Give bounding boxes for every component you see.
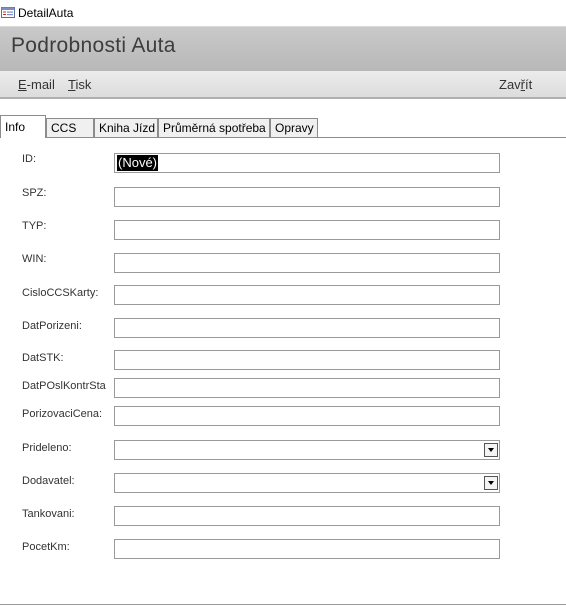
- win-field[interactable]: [114, 253, 500, 273]
- print-button[interactable]: Tisk: [68, 77, 91, 92]
- field-label-id: ID:: [22, 153, 37, 165]
- dat-porizeni-field[interactable]: [114, 318, 500, 338]
- email-label: -mail: [26, 77, 55, 92]
- field-label-dodavatel: Dodavatel:: [22, 475, 75, 487]
- field-label-spz: SPZ:: [22, 187, 47, 199]
- prideleno-combobox[interactable]: [114, 440, 500, 460]
- dat-posl-kontr-field[interactable]: [114, 378, 500, 398]
- email-mnemonic: E: [18, 77, 27, 92]
- chevron-down-icon[interactable]: [484, 443, 498, 457]
- tab-kniha-jizd[interactable]: Kniha Jízd: [94, 118, 158, 137]
- field-label-dat-stk: DatSTK:: [22, 352, 64, 364]
- pocet-km-field[interactable]: [114, 539, 500, 559]
- porizovaci-cena-field[interactable]: [114, 406, 500, 426]
- form-bottom-border: [0, 604, 566, 605]
- id-value: (Nové): [117, 155, 159, 171]
- chevron-down-icon[interactable]: [484, 476, 498, 490]
- tab-opravy[interactable]: Opravy: [270, 118, 318, 137]
- typ-field[interactable]: [114, 220, 500, 240]
- tab-ccs[interactable]: CCS: [46, 118, 94, 137]
- close-button[interactable]: Zavřít: [499, 77, 532, 92]
- window-title: DetailAuta: [18, 6, 74, 20]
- email-button[interactable]: E-mail: [18, 77, 55, 92]
- field-label-pocet-km: PocetKm:: [22, 541, 70, 553]
- dat-stk-field[interactable]: [114, 350, 500, 370]
- spz-field[interactable]: [114, 187, 500, 207]
- id-field[interactable]: (Nové): [114, 153, 500, 173]
- print-label: isk: [75, 77, 92, 92]
- field-label-cislo-ccs-karty: CisloCCSKarty:: [22, 287, 99, 299]
- tab-divider: [0, 137, 566, 138]
- window-titlebar: DetailAuta: [0, 0, 566, 27]
- form-toolbar: E-mail Tisk Zavřít: [0, 71, 566, 99]
- tab-info[interactable]: Info: [0, 115, 46, 138]
- dodavatel-combobox[interactable]: [114, 473, 500, 493]
- field-label-dat-posl-kontr: DatPOslKontrSta: [22, 380, 106, 392]
- cislo-ccs-karty-field[interactable]: [114, 285, 500, 305]
- close-label-pre: Zav: [499, 77, 521, 92]
- field-label-win: WIN:: [22, 253, 47, 265]
- field-label-porizovaci-cena: PorizovaciCena:: [22, 408, 103, 420]
- field-label-prideleno: Prideleno:: [22, 442, 72, 454]
- close-label-rest: ít: [525, 77, 533, 92]
- tab-prumerna-spotreba[interactable]: Průměrná spotřeba: [158, 118, 270, 137]
- field-label-typ: TYP:: [22, 220, 47, 232]
- form-header: Podrobnosti Auta: [0, 27, 566, 71]
- field-label-dat-porizeni: DatPorizeni:: [22, 320, 82, 332]
- form-icon: [1, 7, 15, 18]
- field-label-tankovani: Tankovani:: [22, 508, 75, 520]
- form-heading: Podrobnosti Auta: [11, 34, 176, 57]
- tankovani-field[interactable]: [114, 506, 500, 526]
